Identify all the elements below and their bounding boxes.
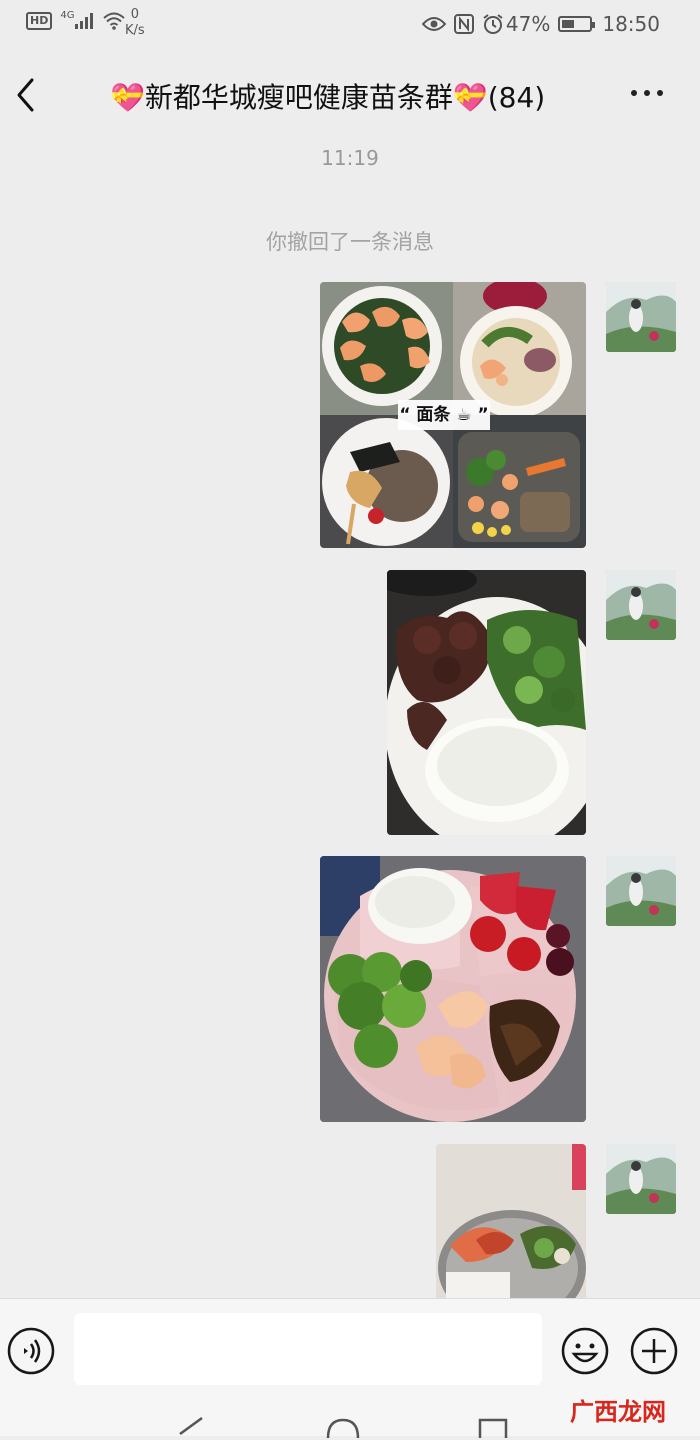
alarm-icon [483,14,503,34]
battery-percent: 47% [505,12,551,36]
avatar[interactable] [606,1144,676,1214]
net-speed-value: 0 [130,7,139,22]
back-button[interactable] [6,70,46,120]
battery-fill [562,20,575,28]
hd-icon: HD [26,12,53,30]
divided-plate-photo [320,856,586,1122]
avatar[interactable] [606,570,676,640]
more-icon [631,90,663,96]
watermark-text: 广西龙网 [570,1398,666,1426]
nav-back-icon[interactable] [176,1416,206,1440]
shrimp-plate-photo [436,1144,586,1298]
emoji-button[interactable] [560,1326,610,1376]
nav-home-icon[interactable] [326,1416,360,1440]
message-timestamp: 11:19 [321,146,379,170]
nav-recent-icon[interactable] [478,1416,508,1440]
avatar[interactable] [606,856,676,926]
avatar-photo [606,856,676,926]
image-message-divided-plate[interactable] [320,856,586,1122]
watermark: 广西龙网 [570,1392,666,1427]
net-speed: 0 K/s [125,7,145,39]
voice-button[interactable] [6,1326,56,1376]
emoji-icon [561,1327,609,1375]
image-message-shrimp-plate[interactable] [436,1144,586,1298]
avatar-photo [606,1144,676,1214]
plus-icon [630,1327,678,1375]
voice-icon [7,1327,55,1375]
recall-notice: 你撤回了一条消息 [266,230,434,254]
wifi-icon [103,12,126,30]
chat-title: 💝新都华城瘦吧健康苗条群💝(84) [110,81,546,114]
nfc-icon [453,14,474,34]
message-input[interactable] [74,1313,542,1385]
plus-button[interactable] [629,1326,679,1376]
input-bar [0,1298,700,1403]
chicken-rice-photo [387,570,586,835]
status-bar: HD 4G 0 K/s 47% 18:50 [0,0,700,48]
eye-icon [421,17,446,31]
status-right: 47% 18:50 [421,12,660,36]
status-left: HD 4G [26,9,126,30]
avatar-photo [606,570,676,640]
avatar-photo [606,282,676,352]
battery-icon [558,16,596,32]
back-icon [17,78,34,112]
clock: 18:50 [602,12,660,36]
more-button[interactable] [626,78,670,108]
image-message-noodle-collage[interactable]: “ 面条 ☕ ” [320,282,586,548]
chat-header: 💝新都华城瘦吧健康苗条群💝(84) [0,56,700,136]
signal-icon [75,13,94,29]
collage-label: “ 面条 ☕ ” [399,405,489,425]
avatar[interactable] [606,282,676,352]
net-speed-unit: K/s [125,23,145,38]
image-message-chicken-rice[interactable] [387,570,586,835]
network-type: 4G [60,9,75,21]
